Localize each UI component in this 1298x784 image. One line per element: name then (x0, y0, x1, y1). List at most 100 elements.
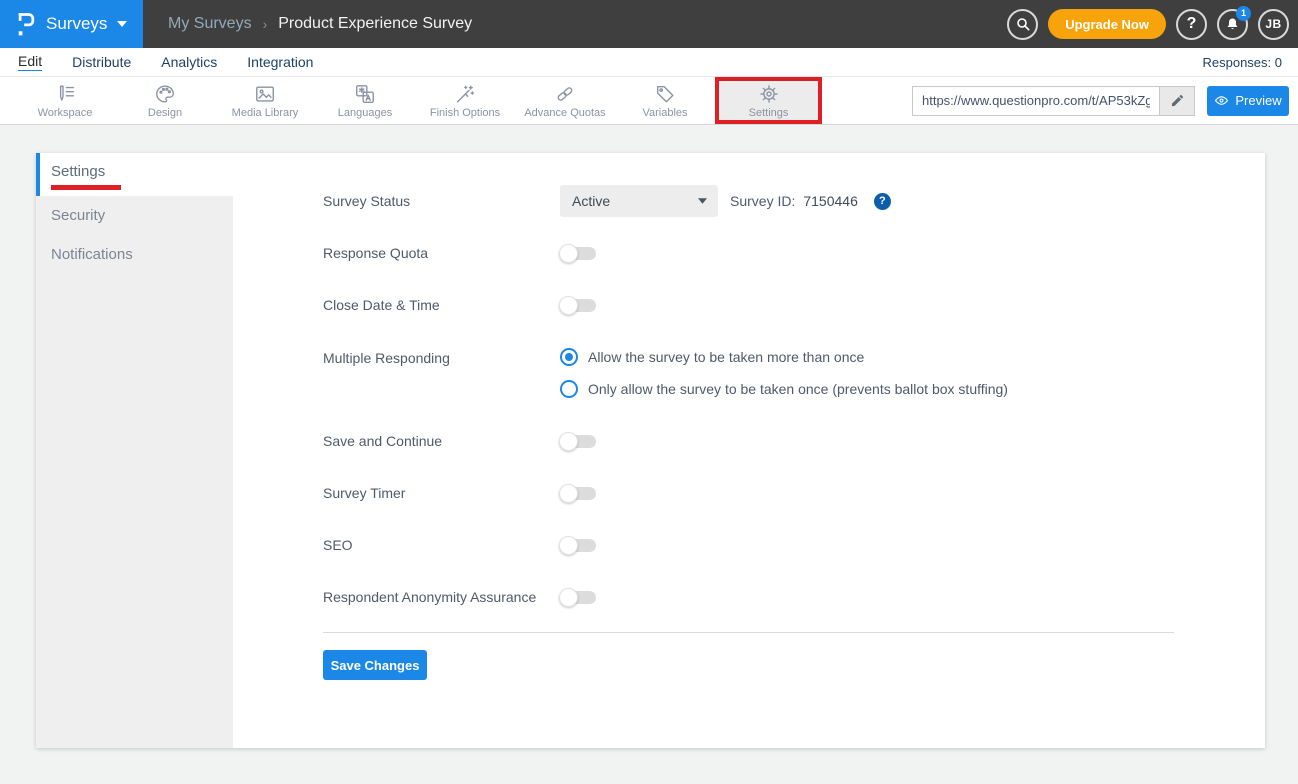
toolbar-label: Variables (642, 107, 687, 119)
survey-url-input[interactable] (912, 86, 1159, 116)
chain-link-icon (554, 83, 576, 105)
close-date-time-row: Close Date & Time (323, 279, 1265, 331)
toolbar-label: Finish Options (430, 107, 500, 119)
toolbar-item-workspace[interactable]: Workspace (15, 77, 115, 124)
module-nav: Edit Distribute Analytics Integration Re… (0, 48, 1298, 76)
survey-status-select[interactable]: Active (560, 185, 718, 217)
seo-toggle[interactable] (560, 539, 596, 552)
sidebar-item-notifications[interactable]: Notifications (36, 235, 233, 274)
radio-option-allow-multiple[interactable]: Allow the survey to be taken more than o… (560, 348, 1008, 366)
settings-panel: Survey Status Active Survey ID: 7150446 … (233, 153, 1265, 748)
help-button[interactable]: ? (1176, 9, 1207, 40)
search-button[interactable] (1007, 9, 1038, 40)
settings-sidebar: Settings Security Notifications (36, 153, 233, 748)
toolbar-label: Media Library (232, 107, 299, 119)
toolbar-item-languages[interactable]: Languages (315, 77, 415, 124)
avatar-initials: JB (1265, 17, 1281, 31)
tab-analytics[interactable]: Analytics (161, 54, 217, 71)
response-quota-toggle[interactable] (560, 247, 596, 260)
responses-count: Responses: 0 (1203, 55, 1283, 70)
response-quota-label: Response Quota (323, 245, 560, 261)
toolbar-label: Advance Quotas (524, 107, 605, 119)
upgrade-now-button[interactable]: Upgrade Now (1048, 9, 1166, 39)
breadcrumb-my-surveys[interactable]: My Surveys (168, 15, 252, 33)
toolbar-item-settings[interactable]: Settings (715, 77, 822, 124)
survey-timer-toggle[interactable] (560, 487, 596, 500)
header-actions: Upgrade Now ? 1 JB (1007, 9, 1289, 40)
survey-status-row: Survey Status Active Survey ID: 7150446 … (323, 175, 1265, 227)
respondent-anonymity-label: Respondent Anonymity Assurance (323, 589, 560, 605)
radio-selected-icon (560, 348, 578, 366)
section-divider (323, 632, 1174, 633)
breadcrumb-separator: › (263, 16, 268, 32)
wand-icon (454, 83, 476, 105)
seo-label: SEO (323, 537, 560, 553)
settings-highlight-underline (51, 185, 121, 190)
survey-title: Product Experience Survey (278, 15, 472, 33)
tab-edit[interactable]: Edit (18, 53, 42, 71)
save-and-continue-toggle[interactable] (560, 435, 596, 448)
survey-id: Survey ID: 7150446 (730, 193, 858, 209)
tab-integration[interactable]: Integration (247, 54, 313, 71)
preview-button[interactable]: Preview (1207, 86, 1289, 116)
toolbar-item-design[interactable]: Design (115, 77, 215, 124)
notifications-button[interactable]: 1 (1217, 9, 1248, 40)
survey-id-value: 7150446 (803, 193, 858, 209)
toggle-knob (559, 296, 578, 315)
survey-timer-label: Survey Timer (323, 485, 560, 501)
toolbar-label: Settings (749, 107, 789, 119)
question-help-icon[interactable]: ? (874, 193, 891, 210)
survey-status-value: Active (572, 193, 610, 209)
sidebar-item-settings[interactable]: Settings (36, 153, 233, 196)
top-header: Surveys My Surveys › Product Experience … (0, 0, 1298, 48)
edit-toolbar: Workspace Design Media Library Languages… (0, 76, 1298, 125)
toggle-knob (559, 244, 578, 263)
multiple-responding-row: Multiple Responding Allow the survey to … (323, 331, 1265, 415)
tag-icon (654, 83, 676, 105)
gear-icon (758, 83, 780, 105)
toolbar-item-finish-options[interactable]: Finish Options (415, 77, 515, 124)
translate-icon (354, 83, 376, 105)
toolbar-label: Workspace (38, 107, 93, 119)
breadcrumb: My Surveys › Product Experience Survey (168, 15, 472, 33)
response-quota-row: Response Quota (323, 227, 1265, 279)
toolbar-item-advance-quotas[interactable]: Advance Quotas (515, 77, 615, 124)
respondent-anonymity-toggle[interactable] (560, 591, 596, 604)
notification-badge: 1 (1236, 6, 1251, 21)
toolbar-label: Languages (338, 107, 392, 119)
survey-timer-row: Survey Timer (323, 467, 1265, 519)
eye-icon (1214, 93, 1229, 108)
close-date-time-toggle[interactable] (560, 299, 596, 312)
seo-row: SEO (323, 519, 1265, 571)
sidebar-item-security[interactable]: Security (36, 196, 233, 235)
workspace-icon (54, 83, 76, 105)
preview-label: Preview (1235, 93, 1281, 108)
active-indicator-bar (36, 153, 40, 196)
toggle-knob (559, 484, 578, 503)
image-icon (254, 83, 276, 105)
palette-icon (154, 83, 176, 105)
questionpro-logo-icon (16, 11, 36, 37)
toolbar-item-media-library[interactable]: Media Library (215, 77, 315, 124)
toolbar-item-variables[interactable]: Variables (615, 77, 715, 124)
page-content: Settings Security Notifications Survey S… (0, 125, 1298, 784)
radio-option-only-once[interactable]: Only allow the survey to be taken once (… (560, 380, 1008, 398)
search-icon (1015, 16, 1031, 32)
survey-status-label: Survey Status (323, 193, 560, 209)
tab-distribute[interactable]: Distribute (72, 54, 131, 71)
product-switcher[interactable]: Surveys (0, 0, 143, 48)
edit-url-button[interactable] (1159, 86, 1195, 116)
multiple-responding-label: Multiple Responding (323, 331, 560, 366)
save-changes-button[interactable]: Save Changes (323, 650, 427, 680)
toggle-knob (559, 432, 578, 451)
save-and-continue-row: Save and Continue (323, 415, 1265, 467)
avatar[interactable]: JB (1258, 9, 1289, 40)
radio-option-label: Only allow the survey to be taken once (… (588, 381, 1008, 397)
close-date-time-label: Close Date & Time (323, 297, 560, 313)
chevron-down-icon (117, 21, 127, 27)
survey-url-group: Preview (912, 86, 1298, 116)
help-icon: ? (1187, 15, 1197, 33)
toggle-knob (559, 536, 578, 555)
toggle-knob (559, 588, 578, 607)
toolbar-label: Design (148, 107, 182, 119)
